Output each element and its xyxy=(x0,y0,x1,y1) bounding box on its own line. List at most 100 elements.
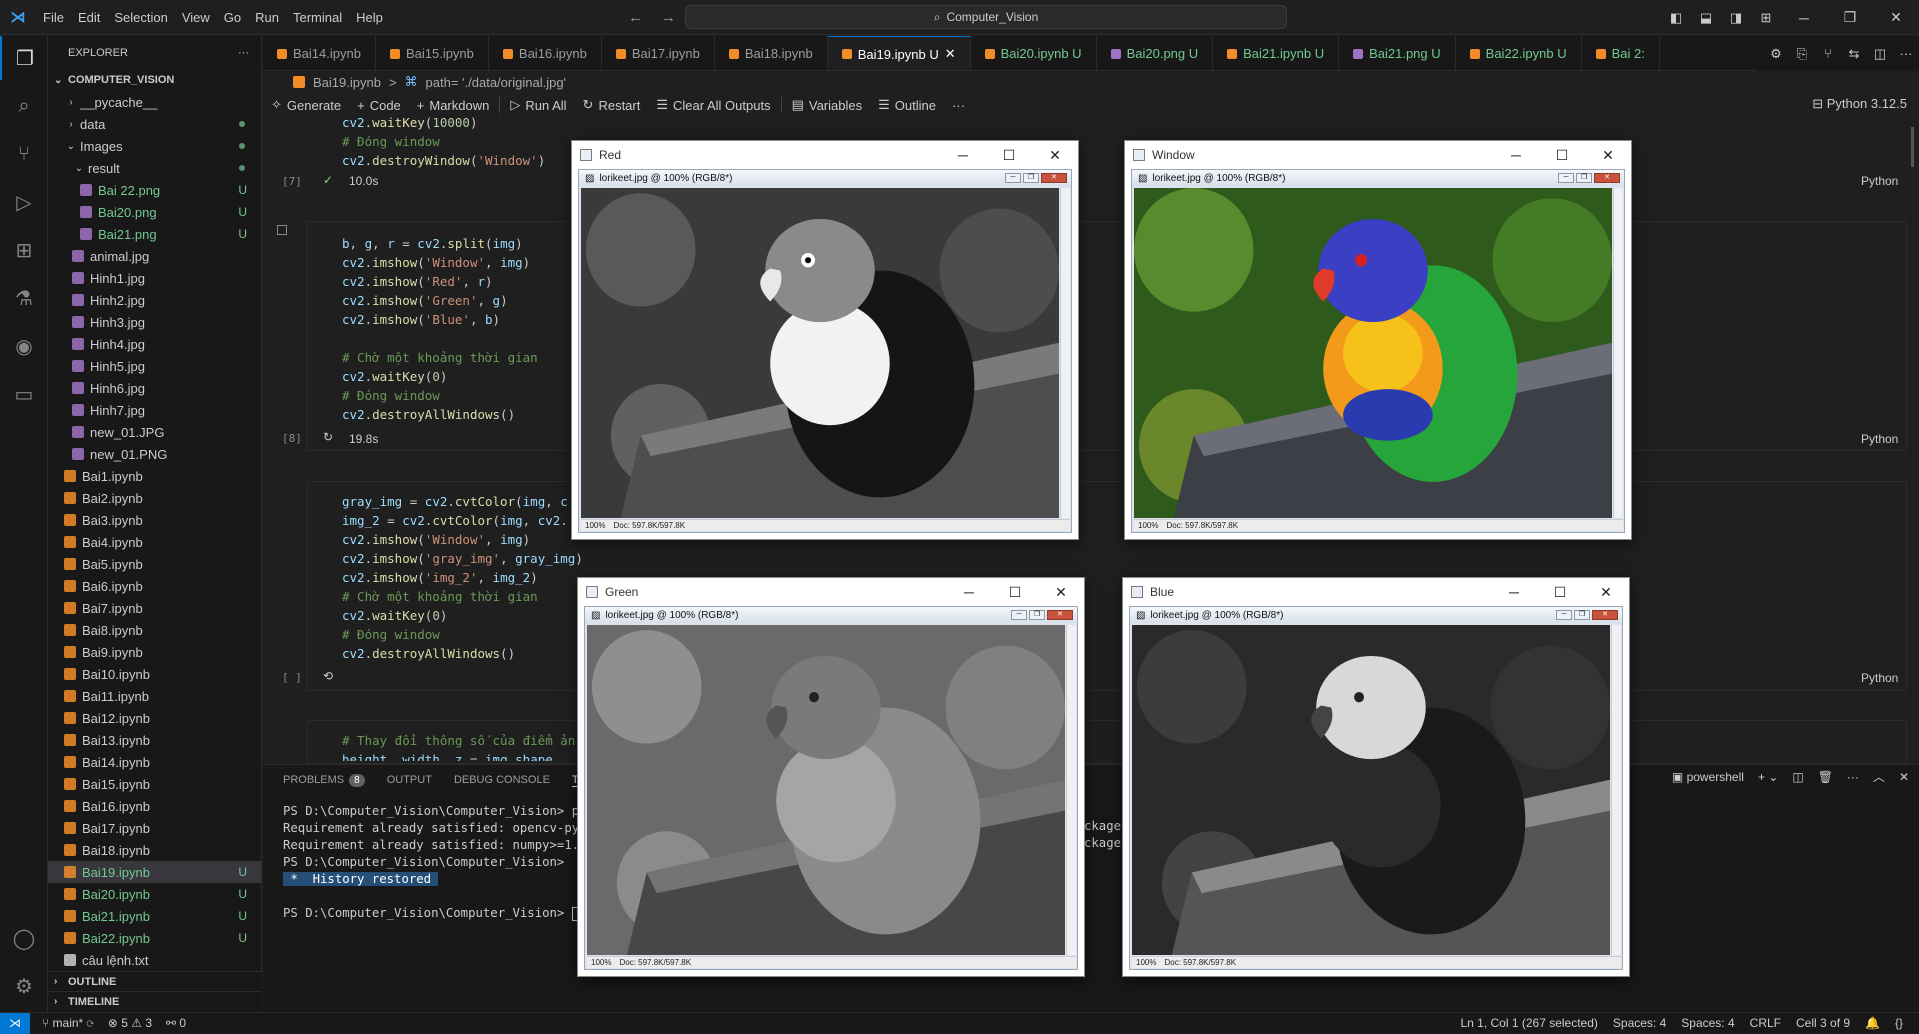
doc-restore-icon[interactable]: ❐ xyxy=(1029,610,1045,620)
cell-9-code[interactable]: gray_img = cv2.cvtColor(img, c img_2 = c… xyxy=(342,492,583,663)
branch-indicator[interactable]: ⑂ main* ⟳ xyxy=(42,1016,94,1030)
tree-item[interactable]: Bai7.ipynb xyxy=(48,597,261,619)
tree-item[interactable]: Hinh4.jpg xyxy=(48,333,261,355)
remote-explorer-icon[interactable]: ▭ xyxy=(0,372,48,416)
tab-bai[interactable]: Bai 2: xyxy=(1582,36,1660,70)
cell-7-code[interactable]: cv2.waitKey(10000) # Đóng window cv2.des… xyxy=(342,113,545,170)
remote-indicator-icon[interactable]: ⋊ xyxy=(0,1012,30,1034)
toggle-panel-icon[interactable]: ⬓ xyxy=(1691,10,1721,26)
doc-close-icon[interactable]: ✕ xyxy=(1592,610,1618,620)
doc-close-icon[interactable]: ✕ xyxy=(1041,173,1067,183)
tree-item[interactable]: Bai2.ipynb xyxy=(48,487,261,509)
tree-item[interactable]: new_01.JPG xyxy=(48,421,261,443)
doc-close-icon[interactable]: ✕ xyxy=(1594,173,1620,183)
tab-bai15-ipynb[interactable]: Bai15.ipynb xyxy=(376,36,489,70)
scroll-thumb[interactable] xyxy=(1911,127,1914,167)
settings-gear-icon[interactable]: ⚙ xyxy=(1763,46,1789,62)
tree-item[interactable]: Hinh5.jpg xyxy=(48,355,261,377)
tree-item[interactable]: Hinh3.jpg xyxy=(48,311,261,333)
line-ending[interactable]: CRLF xyxy=(1750,1016,1781,1030)
tree-item[interactable]: new_01.PNG xyxy=(48,443,261,465)
tree-item[interactable]: Bai 22.png U xyxy=(48,179,261,201)
minimize-icon[interactable]: ─ xyxy=(940,147,986,164)
run-debug-icon[interactable]: ▷ xyxy=(0,180,48,224)
copilot-icon[interactable]: {} xyxy=(1895,1016,1903,1030)
source-control-icon[interactable]: ⑂ xyxy=(0,132,48,176)
window-titlebar[interactable]: Red ─ ☐ ✕ xyxy=(572,141,1078,169)
tree-item[interactable]: Bai8.ipynb xyxy=(48,619,261,641)
menu-help[interactable]: Help xyxy=(349,0,390,35)
menu-selection[interactable]: Selection xyxy=(107,0,174,35)
tree-item[interactable]: Bai15.ipynb xyxy=(48,773,261,795)
tree-item[interactable]: animal.jpg xyxy=(48,245,261,267)
tree-item[interactable]: Hinh7.jpg xyxy=(48,399,261,421)
tree-item[interactable]: Bai9.ipynb xyxy=(48,641,261,663)
tab-debug-console[interactable]: DEBUG CONSOLE xyxy=(454,774,550,786)
ports-indicator[interactable]: ⚯ 0 xyxy=(166,1016,186,1030)
window-titlebar[interactable]: Window ─ ☐ ✕ xyxy=(1125,141,1631,169)
image-window-original[interactable]: Window ─ ☐ ✕ ▨ lorikeet.jpg @ 100% (RGB/8*) ─… xyxy=(1124,140,1632,540)
tree-item[interactable]: Bai20.ipynb U xyxy=(48,883,261,905)
github-icon[interactable]: ◉ xyxy=(0,324,48,368)
minimize-icon[interactable]: ─ xyxy=(946,584,992,601)
more-toolbar-button[interactable]: ··· xyxy=(944,98,973,113)
doc-minimize-icon[interactable]: ─ xyxy=(1011,610,1027,620)
tree-item[interactable]: ⌄ result xyxy=(48,157,261,179)
image-window-blue[interactable]: Blue ─ ☐ ✕ ▨ lorikeet.jpg @ 100% (RGB/8*) ─ ❐ ✕… xyxy=(1122,577,1630,977)
close-window-icon[interactable]: ✕ xyxy=(1873,9,1919,26)
tree-item[interactable]: câu lệnh.txt xyxy=(48,949,261,971)
restore-icon[interactable]: ❐ xyxy=(1827,9,1873,26)
tree-item[interactable]: Bai14.ipynb xyxy=(48,751,261,773)
settings-gear-icon[interactable]: ⚙ xyxy=(0,964,48,1008)
generate-button[interactable]: ✧ Generate xyxy=(263,97,349,113)
tree-item[interactable]: Hinh6.jpg xyxy=(48,377,261,399)
new-terminal-icon[interactable]: + ⌄ xyxy=(1758,770,1778,784)
tab-bai17-ipynb[interactable]: Bai17.ipynb xyxy=(602,36,715,70)
close-icon[interactable]: ✕ xyxy=(1583,584,1629,601)
cell-8[interactable] xyxy=(307,221,1907,451)
more-actions-icon[interactable]: ··· xyxy=(1847,770,1859,784)
tree-item[interactable]: Bai4.ipynb xyxy=(48,531,261,553)
trash-icon[interactable]: 🗑 xyxy=(1818,770,1833,784)
tab-bai16-ipynb[interactable]: Bai16.ipynb xyxy=(489,36,602,70)
window-titlebar[interactable]: Green ─ ☐ ✕ xyxy=(578,578,1084,606)
cell-8-language[interactable]: Python xyxy=(1861,432,1898,446)
tree-item[interactable]: Bai5.ipynb xyxy=(48,553,261,575)
tree-item[interactable]: Bai22.ipynb U xyxy=(48,927,261,949)
back-arrow-icon[interactable]: ← xyxy=(628,9,643,26)
cell-7-language[interactable]: Python xyxy=(1861,174,1898,188)
account-icon[interactable]: ◯ xyxy=(0,916,48,960)
minimize-icon[interactable]: ─ xyxy=(1491,584,1537,601)
image-window-green[interactable]: Green ─ ☐ ✕ ▨ lorikeet.jpg @ 100% (RGB/8*) ─ ❐… xyxy=(577,577,1085,977)
outline-button[interactable]: ☰ Outline xyxy=(870,97,944,113)
split-terminal-icon[interactable]: ◫ xyxy=(1792,770,1803,784)
tree-item[interactable]: Hinh1.jpg xyxy=(48,267,261,289)
add-markdown-button[interactable]: + Markdown xyxy=(409,98,498,113)
more-actions-icon[interactable]: ··· xyxy=(1893,46,1919,61)
close-tab-icon[interactable]: ✕ xyxy=(945,46,956,62)
close-panel-icon[interactable]: ✕ xyxy=(1899,770,1909,784)
close-icon[interactable]: ✕ xyxy=(1032,147,1078,164)
compare-icon[interactable]: ⇆ xyxy=(1841,46,1867,62)
tree-item[interactable]: Bai19.ipynb U xyxy=(48,861,261,883)
close-icon[interactable]: ✕ xyxy=(1038,584,1084,601)
customize-layout-icon[interactable]: ⊞ xyxy=(1751,10,1781,26)
image-window-red[interactable]: Red ─ ☐ ✕ ▨ lorikeet.jpg @ 100% (RGB/8*) ─ ❐ ✕ … xyxy=(571,140,1079,540)
tree-item[interactable]: › __pycache__ xyxy=(48,91,261,113)
clear-outputs-button[interactable]: ☰ Clear All Outputs xyxy=(648,97,778,113)
tree-item[interactable]: ⌄ Images xyxy=(48,135,261,157)
maximize-panel-icon[interactable]: ︿ xyxy=(1873,768,1885,785)
tree-item[interactable]: Bai17.ipynb xyxy=(48,817,261,839)
tree-item[interactable]: Bai21.ipynb U xyxy=(48,905,261,927)
more-actions-icon[interactable]: ··· xyxy=(238,47,249,59)
close-icon[interactable]: ✕ xyxy=(1585,147,1631,164)
tree-item[interactable]: › data xyxy=(48,113,261,135)
kernel-picker[interactable]: ⊟ Python 3.12.5 xyxy=(1812,96,1907,112)
image-vertical-scrollbar[interactable] xyxy=(1613,188,1623,518)
breadcrumb-file[interactable]: Bai19.ipynb xyxy=(313,75,381,90)
doc-restore-icon[interactable]: ❐ xyxy=(1576,173,1592,183)
testing-icon[interactable]: ⚗ xyxy=(0,276,48,320)
problems-indicator[interactable]: ⊗ 5 ⚠ 3 xyxy=(108,1016,152,1030)
variables-button[interactable]: ▤ Variables xyxy=(784,97,871,113)
minimize-icon[interactable]: ─ xyxy=(1781,10,1827,26)
